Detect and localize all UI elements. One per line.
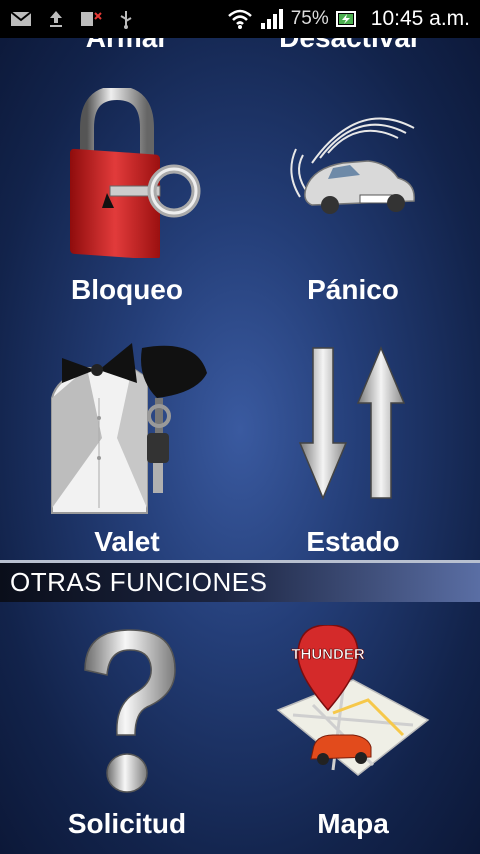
lock-key-icon <box>70 88 201 258</box>
mapa-button[interactable]: THUNDER Mapa <box>233 610 473 850</box>
usb-icon <box>120 11 132 29</box>
wifi-icon <box>227 9 252 29</box>
battery-charging-icon <box>335 11 356 27</box>
desactivar-button[interactable]: Desactivar <box>230 38 470 58</box>
otras-funciones-header: OTRAS FUNCIONES <box>0 560 480 602</box>
gmail-icon <box>10 11 32 26</box>
status-bar: 75% 10:45 a.m. <box>0 0 480 38</box>
upload-icon <box>50 11 62 27</box>
panico-label: Pánico <box>307 274 399 305</box>
app-content: Armar Desactivar Bloqueo <box>0 38 480 854</box>
mapa-label: Mapa <box>317 808 389 839</box>
valet-button[interactable]: Valet <box>7 328 247 568</box>
up-down-arrows-icon <box>298 346 406 500</box>
tuxedo-key-icon <box>51 343 207 514</box>
armar-label: Armar <box>7 38 247 54</box>
bloqueo-label: Bloqueo <box>71 274 183 305</box>
missed-call-icon <box>81 12 102 26</box>
valet-label: Valet <box>94 526 160 557</box>
bloqueo-button[interactable]: Bloqueo <box>7 78 247 308</box>
car-alarm-icon <box>290 117 415 214</box>
section-title: OTRAS FUNCIONES <box>10 567 268 597</box>
solicitud-button[interactable]: Solicitud <box>7 610 247 850</box>
desactivar-label: Desactivar <box>230 38 470 54</box>
estado-label: Estado <box>306 526 400 557</box>
question-mark-icon <box>84 629 176 793</box>
panico-button[interactable]: Pánico <box>233 78 473 308</box>
map-pin-text: THUNDER <box>291 646 364 663</box>
battery-percentage: 75% <box>290 8 329 29</box>
map-pin-icon: THUNDER <box>276 625 430 776</box>
clock: 10:45 a.m. <box>370 7 470 30</box>
signal-icon <box>260 9 283 29</box>
estado-button[interactable]: Estado <box>233 328 473 568</box>
armar-button[interactable]: Armar <box>7 38 247 58</box>
solicitud-label: Solicitud <box>67 808 187 839</box>
